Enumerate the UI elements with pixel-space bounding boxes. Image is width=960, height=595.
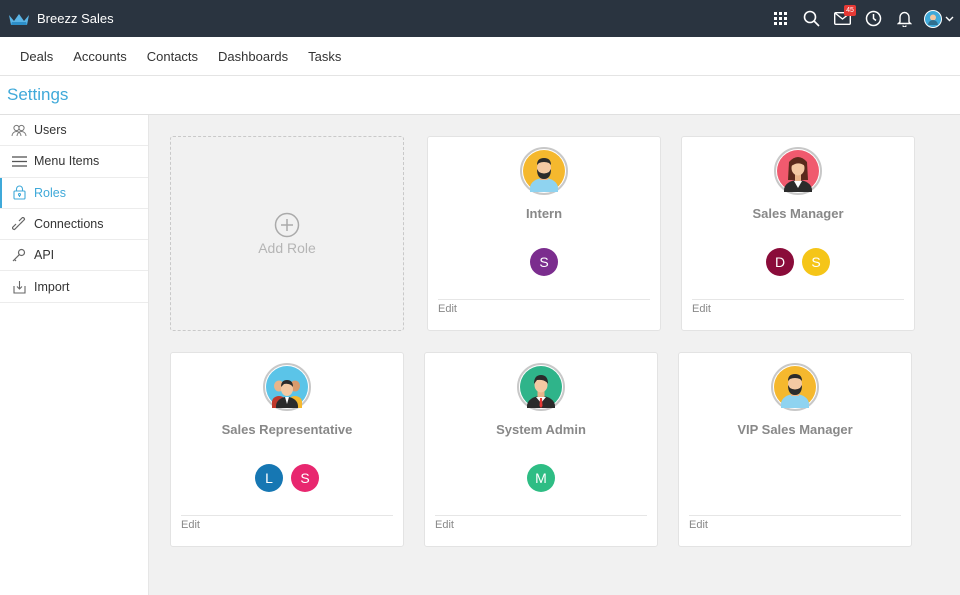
top-bar: Breezz Sales 45 [0,0,960,37]
sidebar-item-connections[interactable]: Connections [0,209,148,241]
sidebar-item-label: Users [34,123,67,138]
role-title: Sales Representative [221,422,353,437]
apps-grid-icon[interactable] [765,0,796,37]
role-members: M [425,464,657,492]
add-role-label: Add Role [258,239,316,256]
member-avatar[interactable]: M [527,464,555,492]
link-icon [11,216,27,232]
main-nav: Deals Accounts Contacts Dashboards Tasks [0,37,960,76]
edit-link[interactable]: Edit [689,519,708,531]
mail-icon[interactable]: 45 [827,0,858,37]
role-members: L S [171,464,403,492]
add-role-card[interactable]: Add Role [170,136,404,331]
nav-accounts[interactable]: Accounts [63,49,136,64]
clock-icon[interactable] [858,0,889,37]
nav-dashboards[interactable]: Dashboards [208,49,298,64]
man-tie-avatar [517,363,565,411]
role-card-sales-representative: Sales Representative L S Edit [170,352,404,547]
sidebar-item-api[interactable]: API [0,240,148,272]
role-title: Intern [525,206,563,221]
card-divider [181,515,393,516]
card-divider [435,515,647,516]
nav-contacts[interactable]: Contacts [137,49,208,64]
sidebar-item-label: API [34,248,55,263]
edit-link[interactable]: Edit [692,303,711,315]
role-card-sales-manager: Sales Manager D S Edit [681,136,915,331]
role-members: S [428,248,660,276]
member-avatar[interactable]: S [530,248,558,276]
chevron-down-icon [945,16,954,21]
import-icon [11,279,27,295]
bearded-man-avatar [520,147,568,195]
sidebar-item-users[interactable]: Users [0,115,148,147]
member-avatar[interactable]: S [802,248,830,276]
crown-logo-icon [9,13,29,25]
sidebar-item-menu-items[interactable]: Menu Items [0,146,148,178]
bell-icon[interactable] [889,0,920,37]
woman-avatar [774,147,822,195]
app-logo[interactable]: Breezz Sales [8,11,114,26]
sidebar-item-import[interactable]: Import [0,271,148,303]
sidebar-item-label: Import [34,279,70,294]
lock-icon [11,185,27,201]
card-divider [692,299,904,300]
sidebar-item-label: Connections [34,217,104,232]
role-title: Sales Manager [752,206,844,221]
sidebar-item-label: Roles [34,185,66,200]
nav-deals[interactable]: Deals [10,49,63,64]
role-title: VIP Sales Manager [737,422,853,437]
users-icon [11,122,27,138]
settings-sidebar: Users Menu Items Roles Connections API I… [0,115,149,595]
menu-lines-icon [11,153,27,169]
nav-tasks[interactable]: Tasks [298,49,351,64]
page-title: Settings [7,85,69,104]
settings-header: Settings [0,76,960,115]
edit-link[interactable]: Edit [438,303,457,315]
role-card-intern: Intern S Edit [427,136,661,331]
role-card-vip-sales-manager: VIP Sales Manager Edit [678,352,912,547]
member-avatar[interactable]: S [291,464,319,492]
mail-badge: 45 [844,5,856,16]
role-card-system-admin: System Admin M Edit [424,352,658,547]
member-avatar[interactable]: L [255,464,283,492]
team-avatar [263,363,311,411]
card-divider [438,299,650,300]
user-avatar [924,9,942,28]
key-icon [11,247,27,263]
role-title: System Admin [496,422,586,437]
add-circle-icon [274,212,300,237]
search-icon[interactable] [796,0,827,37]
role-members: D S [682,248,914,276]
app-name: Breezz Sales [37,11,114,26]
edit-link[interactable]: Edit [435,519,454,531]
sidebar-item-label: Menu Items [34,154,100,169]
member-avatar[interactable]: D [766,248,794,276]
edit-link[interactable]: Edit [181,519,200,531]
sidebar-item-roles[interactable]: Roles [0,177,148,209]
bearded-man-avatar [771,363,819,411]
card-divider [689,515,901,516]
user-menu[interactable] [924,9,954,28]
